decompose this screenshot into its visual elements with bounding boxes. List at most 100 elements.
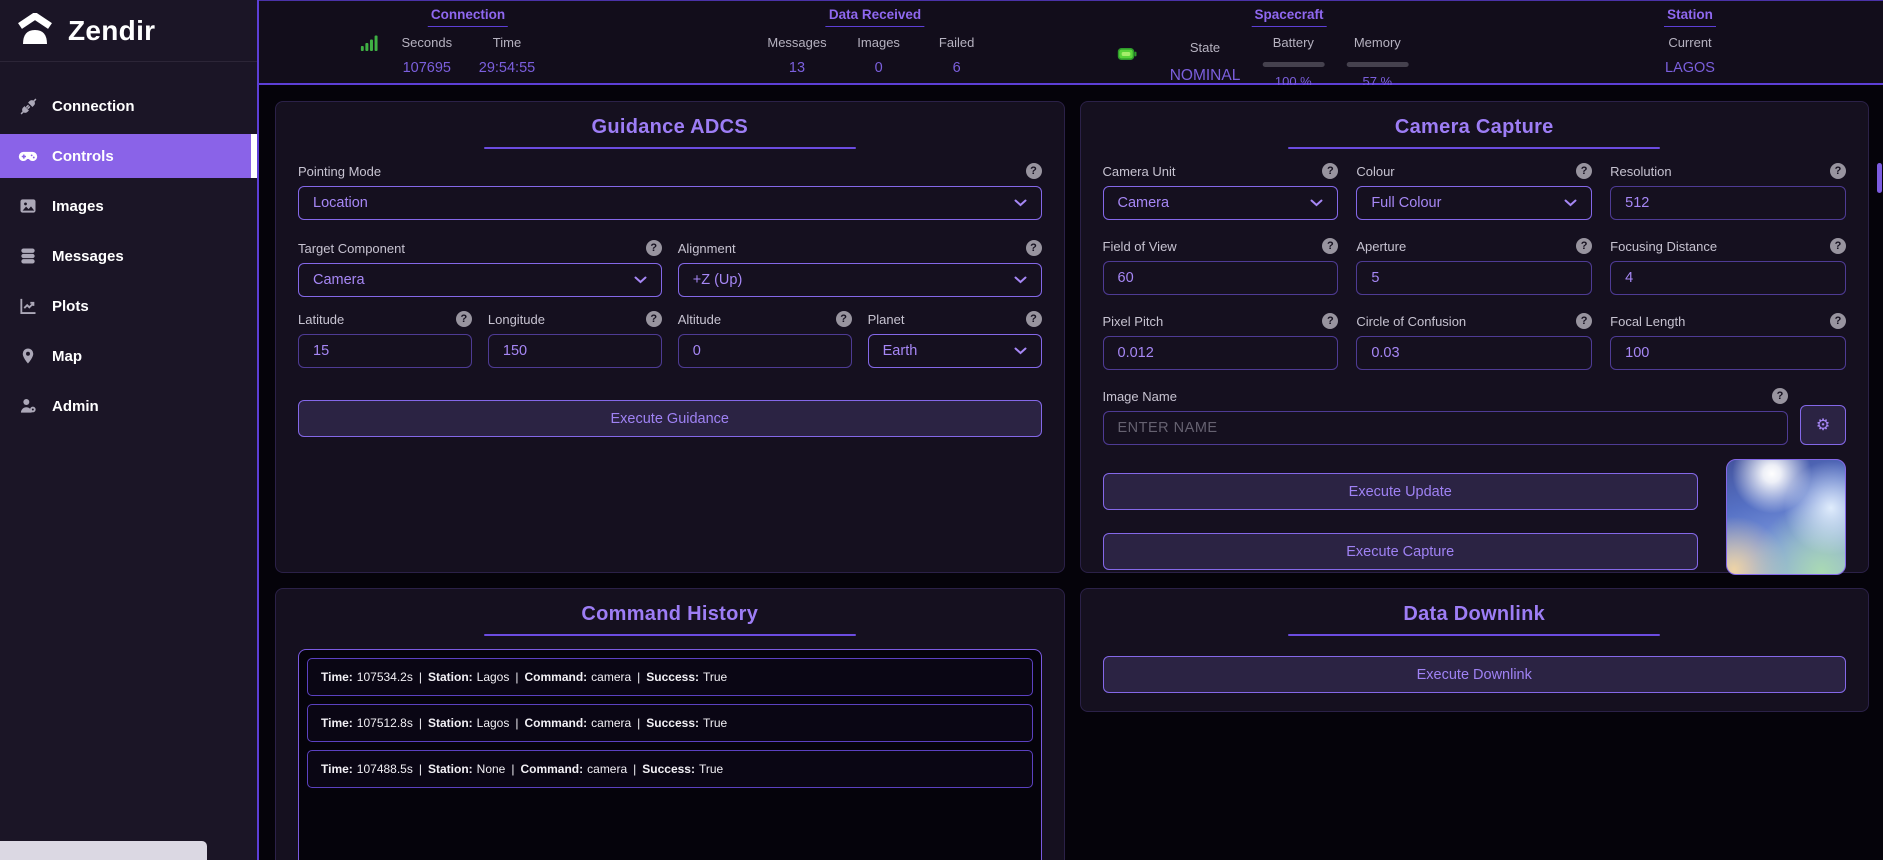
failed-value: 6: [953, 60, 961, 76]
target-component-field: Target Component ? Camera: [298, 240, 662, 297]
altitude-input[interactable]: [678, 334, 852, 368]
generate-name-button[interactable]: ⚙: [1800, 405, 1846, 445]
battery-icon: [1118, 47, 1137, 65]
latitude-input[interactable]: [298, 334, 472, 368]
current-station-value: LAGOS: [1665, 60, 1715, 76]
planet-select[interactable]: Earth: [868, 334, 1042, 368]
sidebar-item-label: Images: [52, 198, 104, 215]
focal-length-input[interactable]: [1610, 336, 1846, 370]
sidebar-item-admin[interactable]: Admin: [0, 384, 257, 428]
zendir-app: Zendir Connection: [0, 0, 1883, 860]
help-icon[interactable]: ?: [1322, 163, 1338, 179]
history-panel-title: Command History: [298, 603, 1042, 626]
chevron-down-icon: [1310, 199, 1323, 207]
signal-strength-icon: [361, 35, 378, 56]
field-of-view-input[interactable]: [1103, 261, 1339, 295]
chevron-down-icon: [634, 276, 647, 284]
focal-length-field: Focal Length ?: [1610, 313, 1846, 370]
longitude-input[interactable]: [488, 334, 662, 368]
camera-unit-field: Camera Unit ? Camera: [1103, 163, 1339, 220]
station-status-group: Station Current LAGOS: [1664, 7, 1716, 76]
messages-value: 13: [789, 60, 805, 76]
sidebar-item-connection[interactable]: Connection: [0, 84, 257, 128]
time-stat: Time 29:54:55: [479, 35, 535, 76]
alignment-label: Alignment: [678, 241, 736, 256]
help-icon[interactable]: ?: [646, 311, 662, 327]
alignment-select[interactable]: +Z (Up): [678, 263, 1042, 297]
alignment-field: Alignment ? +Z (Up): [678, 240, 1042, 297]
help-icon[interactable]: ?: [1322, 313, 1338, 329]
guidance-panel-title: Guidance ADCS: [298, 116, 1042, 139]
circle-of-confusion-input[interactable]: [1356, 336, 1592, 370]
focusing-distance-field: Focusing Distance ?: [1610, 238, 1846, 295]
help-icon[interactable]: ?: [1026, 311, 1042, 327]
resolution-input[interactable]: [1610, 186, 1846, 220]
field-of-view-label: Field of View: [1103, 239, 1177, 254]
capture-preview-image[interactable]: [1726, 459, 1846, 575]
help-icon[interactable]: ?: [1322, 238, 1338, 254]
data-downlink-panel: Data Downlink Execute Downlink: [1080, 588, 1870, 712]
help-icon[interactable]: ?: [646, 240, 662, 256]
execute-downlink-button[interactable]: Execute Downlink: [1103, 656, 1847, 693]
help-icon[interactable]: ?: [456, 311, 472, 327]
help-icon[interactable]: ?: [1772, 388, 1788, 404]
pixel-pitch-input[interactable]: [1103, 336, 1339, 370]
altitude-label: Altitude: [678, 312, 721, 327]
colour-label: Colour: [1356, 164, 1394, 179]
image-name-input[interactable]: [1103, 411, 1789, 445]
focal-length-label: Focal Length: [1610, 314, 1685, 329]
sidebar-item-label: Plots: [52, 298, 89, 315]
chevron-down-icon: [1014, 276, 1027, 284]
sidebar-item-images[interactable]: Images: [0, 184, 257, 228]
help-icon[interactable]: ?: [1576, 163, 1592, 179]
seconds-stat: Seconds 107695: [401, 35, 453, 76]
help-icon[interactable]: ?: [1026, 240, 1042, 256]
circle-of-confusion-field: Circle of Confusion ?: [1356, 313, 1592, 370]
sidebar-item-messages[interactable]: Messages: [0, 234, 257, 278]
state-value: NOMINAL: [1170, 67, 1241, 85]
status-bar: Connection Seconds 107695 Time 29:54:55 …: [259, 0, 1883, 85]
data-received-group-title: Data Received: [826, 7, 924, 27]
aperture-input[interactable]: [1356, 261, 1592, 295]
help-icon[interactable]: ?: [1026, 163, 1042, 179]
help-icon[interactable]: ?: [1576, 313, 1592, 329]
execute-update-button[interactable]: Execute Update: [1103, 473, 1699, 510]
memory-stat: Memory 57 %: [1346, 35, 1408, 89]
sidebar-item-label: Controls: [52, 148, 114, 165]
command-history-row[interactable]: Time:107534.2s | Station:Lagos | Command…: [307, 658, 1033, 696]
camera-unit-select[interactable]: Camera: [1103, 186, 1339, 220]
help-icon[interactable]: ?: [1576, 238, 1592, 254]
focusing-distance-label: Focusing Distance: [1610, 239, 1717, 254]
logo-text: Zendir: [68, 15, 155, 47]
sidebar-item-map[interactable]: Map: [0, 334, 257, 378]
pixel-pitch-label: Pixel Pitch: [1103, 314, 1164, 329]
help-icon[interactable]: ?: [836, 311, 852, 327]
downlink-panel-title: Data Downlink: [1103, 603, 1847, 626]
pointing-mode-select[interactable]: Location: [298, 186, 1042, 220]
execute-capture-button[interactable]: Execute Capture: [1103, 533, 1699, 570]
focusing-distance-input[interactable]: [1610, 261, 1846, 295]
title-underline: [484, 634, 856, 636]
field-of-view-field: Field of View ?: [1103, 238, 1339, 295]
gamepad-icon: [17, 145, 39, 167]
help-icon[interactable]: ?: [1830, 163, 1846, 179]
planet-field: Planet ? Earth: [868, 311, 1042, 368]
user-gear-icon: [17, 395, 39, 417]
circle-of-confusion-label: Circle of Confusion: [1356, 314, 1466, 329]
help-icon[interactable]: ?: [1830, 238, 1846, 254]
sidebar-item-controls[interactable]: Controls: [0, 134, 257, 178]
command-history-row[interactable]: Time:107488.5s | Station:None | Command:…: [307, 750, 1033, 788]
plug-icon: [17, 95, 39, 117]
command-history-row[interactable]: Time:107512.8s | Station:Lagos | Command…: [307, 704, 1033, 742]
colour-select[interactable]: Full Colour: [1356, 186, 1592, 220]
sidebar-item-plots[interactable]: Plots: [0, 284, 257, 328]
scrollbar-thumb[interactable]: [1877, 163, 1882, 193]
help-icon[interactable]: ?: [1830, 313, 1846, 329]
target-component-select[interactable]: Camera: [298, 263, 662, 297]
latitude-field: Latitude ?: [298, 311, 472, 368]
execute-guidance-button[interactable]: Execute Guidance: [298, 400, 1042, 437]
sidebar-footer[interactable]: [0, 841, 207, 860]
connection-status-group: Connection Seconds 107695 Time 29:54:55: [401, 7, 535, 76]
camera-unit-label: Camera Unit: [1103, 164, 1176, 179]
sidebar-item-label: Map: [52, 348, 82, 365]
